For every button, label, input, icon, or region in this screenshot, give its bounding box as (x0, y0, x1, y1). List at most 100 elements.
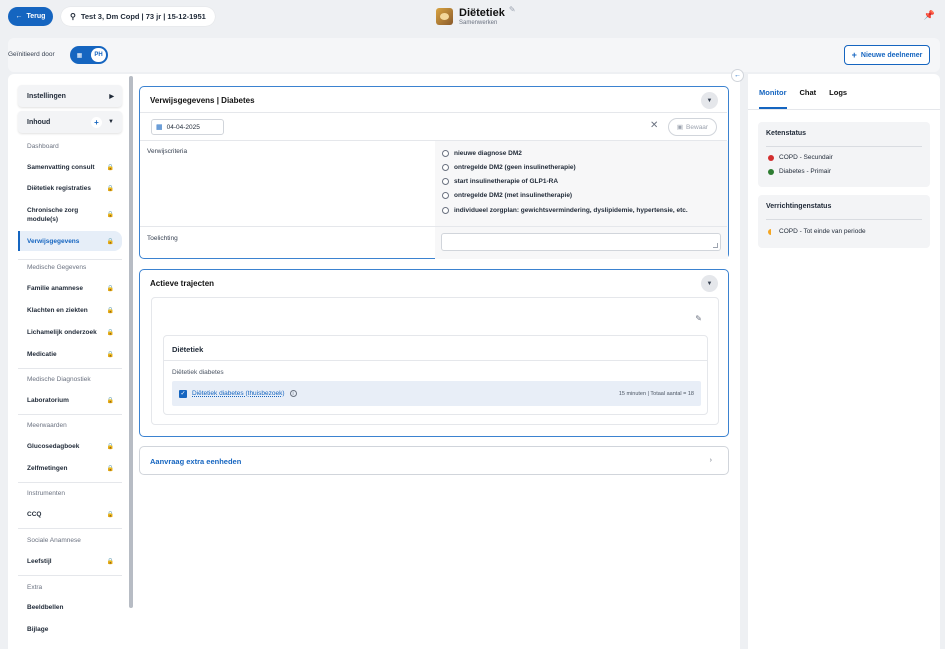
chain-status-title: Ketenstatus (766, 130, 807, 137)
referral-card-title: Verwijsgegevens | Diabetes (150, 96, 255, 105)
tab-monitor[interactable]: Monitor (759, 88, 787, 97)
explanation-textarea[interactable] (441, 233, 721, 251)
criteria-option[interactable]: ontregelde DM2 (geen insulinetherapie) (442, 164, 576, 171)
status-half-dot-orange-icon (768, 228, 774, 235)
patient-info[interactable]: ⚲ Test 3, Dm Copd | 73 jr | 15-12-1951 (61, 7, 215, 26)
sidebar-item-complaints[interactable]: Klachten en ziekten 🔒 (18, 304, 122, 316)
tab-logs[interactable]: Logs (829, 88, 847, 97)
sidebar-item-laboratory[interactable]: Laboratorium 🔒 (18, 394, 122, 406)
group-dashboard: Dashboard (27, 143, 59, 150)
save-button[interactable]: ▣ Bewaar (668, 118, 717, 136)
edit-pencil-icon[interactable]: ✎ (695, 314, 702, 323)
initiated-by-label: Geïnitieerd door (8, 51, 55, 58)
radio-button (442, 164, 449, 171)
sidebar-item-referral-data[interactable]: Verwijsgegevens 🔒 (18, 231, 122, 251)
sidebar-item-summary-consult[interactable]: Samenvatting consult 🔒 (18, 161, 122, 173)
sidebar-item-lifestyle[interactable]: Leefstijl 🔒 (18, 555, 122, 567)
add-content-icon[interactable]: + (91, 116, 102, 128)
group-instruments: Instrumenten (27, 490, 65, 497)
extra-units-card[interactable]: Aanvraag extra eenheden › (139, 446, 729, 475)
lock-icon: 🔒 (106, 397, 114, 404)
collapse-button[interactable]: ▼ (701, 92, 718, 109)
chevron-right-icon: ▶ (109, 93, 114, 100)
radio-button (442, 207, 449, 214)
active-trajectories-title: Actieve trajecten (150, 279, 215, 288)
building-icon[interactable]: ▦ (72, 48, 87, 62)
explanation-label: Toelichting (147, 235, 178, 242)
sidebar-item-dietetics-registration[interactable]: Diëtetiek registraties 🔒 (18, 182, 122, 194)
sidebar-item-attachment[interactable]: Bijlage (18, 623, 122, 635)
lock-icon: 🔒 (106, 443, 114, 450)
chevron-down-icon: ▼ (108, 119, 114, 125)
trajectory-meta: 15 minuten | Totaal aantal = 18 (618, 390, 694, 397)
top-bar: ← Terug ⚲ Test 3, Dm Copd | 73 jr | 15-1… (0, 0, 945, 34)
collapse-button[interactable]: ▼ (701, 275, 718, 292)
criteria-option[interactable]: individueel zorgplan: gewichtsverminderi… (442, 207, 688, 214)
sidebar-item-glucose-diary[interactable]: Glucosedagboek 🔒 (18, 440, 122, 452)
new-participant-button[interactable]: + Nieuwe deelnemer (844, 45, 930, 65)
divider (18, 528, 122, 529)
sidebar-item-physical-exam[interactable]: Lichamelijk onderzoek 🔒 (18, 326, 122, 338)
settings-menu[interactable]: Instellingen ▶ (18, 85, 122, 107)
edit-pencil-icon[interactable]: ✎ (509, 5, 516, 14)
lock-icon: 🔒 (106, 511, 114, 518)
clear-icon[interactable]: ✕ (650, 120, 658, 131)
right-panel: Monitor Chat Logs Ketenstatus COPD - Sec… (748, 74, 940, 649)
trajectory-link[interactable]: Diëtetiek diabetes (thuisbezoek) (192, 390, 285, 397)
status-item: COPD - Tot einde van periode (768, 228, 866, 235)
tab-chat[interactable]: Chat (800, 88, 817, 97)
pin-icon[interactable]: 📌 (924, 10, 935, 21)
initiator-toggle[interactable]: ▦ PH (70, 46, 108, 64)
sidebar-item-chronic-care[interactable]: Chronische zorg module(s) 🔒 (18, 205, 122, 225)
lock-icon: 🔒 (106, 185, 114, 192)
criteria-option[interactable]: ontregelde DM2 (met insulinetherapie) (442, 192, 572, 199)
extra-units-title: Aanvraag extra eenheden (150, 457, 242, 466)
lock-icon: 🔒 (106, 211, 114, 218)
lock-icon: 🔒 (106, 238, 114, 245)
info-icon[interactable]: i (289, 390, 297, 397)
status-item: COPD - Secundair (768, 154, 833, 161)
divider (18, 482, 122, 483)
dietetics-logo-icon (436, 8, 453, 25)
page-subtitle: Samenwerken (459, 20, 498, 26)
sidebar: Instellingen ▶ Inhoud + ▼ Dashboard Same… (8, 74, 134, 649)
status-dot-green-icon (768, 168, 774, 175)
lock-icon: 🔒 (106, 465, 114, 472)
divider (18, 575, 122, 576)
app-title: Diëtetiek ✎ Samenwerken (436, 5, 516, 26)
checkbox-checked[interactable]: ✓ (179, 389, 187, 398)
trajectory-row: ✓ Diëtetiek diabetes (thuisbezoek) i 15 … (172, 381, 701, 406)
referral-card: Verwijsgegevens | Diabetes ▼ ▦ 04-04-202… (139, 86, 729, 259)
collapse-panel-button[interactable]: ← (731, 69, 744, 82)
lock-icon: 🔒 (106, 285, 114, 292)
lock-icon: 🔒 (106, 351, 114, 358)
radio-button (442, 150, 449, 157)
calendar-icon: ▦ (156, 124, 163, 131)
save-disk-icon: ▣ (676, 124, 684, 131)
radio-button (442, 178, 449, 185)
active-trajectories-card: Actieve trajecten ▼ ✎ Diëtetiek Diëtetie… (139, 269, 729, 437)
sidebar-item-medication[interactable]: Medicatie 🔒 (18, 348, 122, 360)
criteria-option[interactable]: nieuwe diagnose DM2 (442, 150, 522, 157)
main-content: Verwijsgegevens | Diabetes ▼ ▦ 04-04-202… (134, 74, 740, 649)
group-measurements: Meerwaarden (27, 422, 67, 429)
chain-status-card: Ketenstatus COPD - Secundair Diabetes - … (758, 122, 930, 187)
sidebar-item-family-anamnesis[interactable]: Familie anamnese 🔒 (18, 282, 122, 294)
sidebar-item-ccq[interactable]: CCQ 🔒 (18, 508, 122, 520)
dietetics-box: Diëtetiek Diëtetiek diabetes ✓ Diëtetiek… (163, 335, 708, 415)
status-dot-red-icon (768, 154, 774, 161)
sidebar-item-self-measurements[interactable]: Zelfmetingen 🔒 (18, 462, 122, 474)
sidebar-item-video-call[interactable]: Beeldbellen (18, 601, 122, 613)
content-menu[interactable]: Inhoud + ▼ (18, 111, 122, 133)
lock-icon: 🔒 (106, 164, 114, 171)
service-status-card: Verrichtingenstatus COPD - Tot einde van… (758, 195, 930, 248)
divider (18, 368, 122, 369)
back-button[interactable]: ← Terug (8, 7, 53, 26)
sidebar-scrollbar[interactable] (129, 76, 133, 608)
criteria-option[interactable]: start insulinetherapie of GLP1-RA (442, 178, 558, 185)
date-input[interactable]: ▦ 04-04-2025 (151, 119, 224, 135)
location-pin-icon: ⚲ (70, 12, 76, 21)
plus-icon: + (851, 50, 857, 60)
toggle-ph[interactable]: PH (91, 48, 106, 62)
divider (748, 109, 940, 110)
